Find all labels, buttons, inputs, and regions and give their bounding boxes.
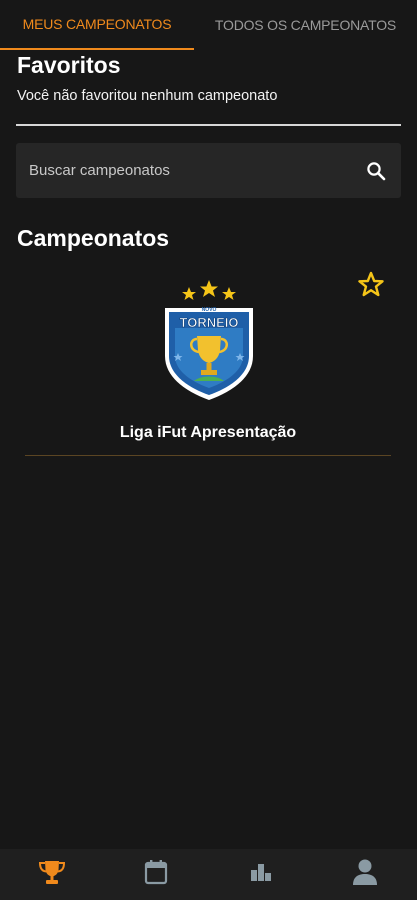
nav-calendar[interactable]	[104, 849, 208, 900]
search-bar[interactable]	[16, 143, 401, 198]
favorites-empty-message: Você não favoritou nenhum campeonato	[17, 88, 278, 104]
championship-logo: NOVO TORNEIO	[159, 278, 259, 402]
nav-ranking[interactable]	[209, 849, 313, 900]
favorites-heading: Favoritos	[17, 52, 121, 78]
tab-meus-campeonatos[interactable]: MEUS CAMPEONATOS	[0, 0, 194, 50]
svg-text:TORNEIO: TORNEIO	[180, 315, 239, 330]
trophy-icon	[38, 859, 66, 890]
bottom-navigation	[0, 849, 417, 900]
championship-name: Liga iFut Apresentação	[119, 424, 297, 441]
search-icon[interactable]	[365, 160, 387, 182]
nav-profile[interactable]	[313, 849, 417, 900]
tab-todos-os-campeonatos[interactable]: TODOS OS CAMPEONATOS	[194, 0, 417, 50]
championship-card[interactable]: NOVO TORNEIO Liga iFut Apresentação	[25, 272, 391, 456]
profile-icon	[352, 858, 378, 891]
section-divider	[16, 124, 401, 126]
svg-text:NOVO: NOVO	[202, 307, 217, 313]
search-input[interactable]	[29, 162, 365, 179]
tab-bar: MEUS CAMPEONATOS TODOS OS CAMPEONATOS	[0, 0, 417, 50]
calendar-icon	[144, 859, 168, 890]
nav-championships[interactable]	[0, 849, 104, 900]
championships-heading: Campeonatos	[17, 225, 170, 251]
ranking-icon	[249, 861, 273, 888]
